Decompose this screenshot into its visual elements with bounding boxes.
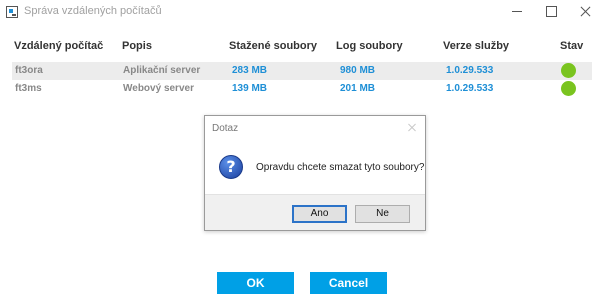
table-row[interactable]: ft3ora Aplikační server 283 MB 980 MB 1.… [12, 62, 592, 80]
no-button[interactable]: Ne [355, 205, 410, 223]
column-header-version[interactable]: Verze služby [443, 40, 509, 52]
minimize-button[interactable] [500, 0, 534, 22]
title-bar: Správa vzdálených počítačů [0, 0, 604, 24]
description: Aplikační server [123, 65, 201, 76]
ok-button[interactable]: OK [217, 272, 294, 294]
log-files[interactable]: 980 MB [340, 65, 375, 76]
column-header-computer[interactable]: Vzdálený počítač [14, 40, 103, 52]
service-version[interactable]: 1.0.29.533 [446, 65, 493, 76]
column-header-logs[interactable]: Log soubory [336, 40, 403, 52]
table-row[interactable]: ft3ms Webový server 139 MB 201 MB 1.0.29… [12, 80, 592, 98]
description: Webový server [123, 83, 194, 94]
dialog-title: Dotaz [212, 123, 239, 134]
dialog-close-icon[interactable] [405, 121, 419, 135]
question-icon: ? [219, 155, 243, 179]
column-header-status[interactable]: Stav [560, 40, 583, 52]
computer-name: ft3ms [15, 83, 42, 94]
log-files[interactable]: 201 MB [340, 83, 375, 94]
status-indicator-icon [561, 63, 576, 78]
app-icon [6, 6, 18, 18]
close-button[interactable] [568, 0, 602, 22]
cancel-button[interactable]: Cancel [310, 272, 387, 294]
confirm-dialog: Dotaz ? Opravdu chcete smazat tyto soubo… [204, 115, 426, 231]
yes-button[interactable]: Ano [292, 205, 347, 223]
column-header-downloaded[interactable]: Stažené soubory [229, 40, 317, 52]
dialog-message: Opravdu chcete smazat tyto soubory? [256, 162, 425, 173]
column-header-description[interactable]: Popis [122, 40, 152, 52]
downloaded-files[interactable]: 283 MB [232, 65, 267, 76]
status-indicator-icon [561, 81, 576, 96]
computer-name: ft3ora [15, 65, 43, 76]
window-title: Správa vzdálených počítačů [24, 5, 162, 17]
downloaded-files[interactable]: 139 MB [232, 83, 267, 94]
maximize-button[interactable] [534, 0, 568, 22]
service-version[interactable]: 1.0.29.533 [446, 83, 493, 94]
dialog-footer: Ano Ne [205, 194, 425, 230]
